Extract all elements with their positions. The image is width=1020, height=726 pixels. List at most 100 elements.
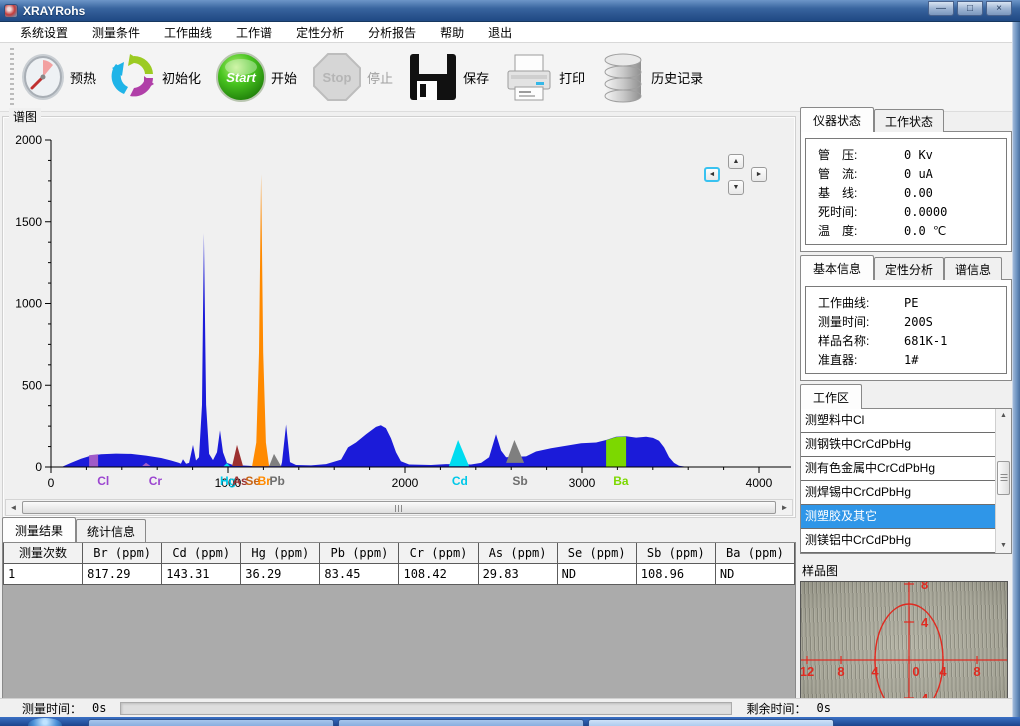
x-tick-label: 0 bbox=[48, 476, 55, 490]
element-label-Pb: Pb bbox=[270, 474, 285, 488]
menu-work-spectrum[interactable]: 工作谱 bbox=[224, 22, 284, 43]
history-button[interactable]: 历史记录 bbox=[599, 50, 703, 104]
column-header: 测量次数 bbox=[4, 543, 83, 563]
info-field-label: 准直器: bbox=[818, 351, 890, 368]
chart-pan-left-button[interactable]: ◄ bbox=[704, 167, 720, 182]
instrument-field-row: 死时间:0.0000 bbox=[808, 202, 1004, 221]
instrument-field-label: 基 线: bbox=[818, 184, 890, 201]
instrument-field-row: 温 度: 0.0 ℃ bbox=[808, 221, 1004, 240]
app-icon bbox=[4, 4, 18, 18]
print-label: 打印 bbox=[559, 68, 585, 87]
workspace-scroll-down-icon[interactable]: ▼ bbox=[997, 539, 1010, 553]
workspace-vscrollbar[interactable]: ▲ ▼ bbox=[995, 409, 1011, 553]
chart-hscroll-track[interactable] bbox=[21, 500, 777, 515]
chart-hscroll-thumb[interactable] bbox=[22, 501, 776, 514]
chart-hscrollbar[interactable]: ◄ ► bbox=[5, 499, 793, 516]
sample-h-tick-label: 0 bbox=[912, 664, 919, 679]
sample-h-tick-label: 4 bbox=[939, 664, 947, 679]
tab-statistics[interactable]: 统计信息 bbox=[76, 519, 146, 542]
chart-hscroll-left-icon[interactable]: ◄ bbox=[6, 500, 21, 515]
menu-help[interactable]: 帮助 bbox=[428, 22, 476, 43]
tab-work-status[interactable]: 工作状态 bbox=[874, 109, 944, 132]
menu-analysis-report[interactable]: 分析报告 bbox=[356, 22, 428, 43]
series-Br-peak bbox=[252, 174, 269, 466]
info-field-row: 测量时间: 200S bbox=[808, 312, 1004, 331]
measure-time-value: 0s bbox=[92, 701, 106, 715]
preheat-button[interactable]: 预热 bbox=[20, 52, 96, 102]
tab-workspace[interactable]: 工作区 bbox=[800, 384, 862, 409]
chart-hscroll-right-icon[interactable]: ► bbox=[777, 500, 792, 515]
info-field-value: 200S bbox=[904, 315, 933, 329]
table-cell: 817.29 bbox=[83, 563, 162, 584]
save-icon bbox=[407, 51, 459, 103]
workspace-scroll-up-icon[interactable]: ▲ bbox=[997, 409, 1010, 423]
workspace-item[interactable]: 测塑料中Cl bbox=[801, 409, 995, 433]
info-field-label: 工作曲线: bbox=[818, 294, 890, 311]
tab-basic-info[interactable]: 基本信息 bbox=[800, 255, 874, 280]
taskbar-window-button[interactable] bbox=[88, 719, 334, 726]
menu-exit[interactable]: 退出 bbox=[476, 22, 524, 43]
measure-progress-bar bbox=[120, 702, 732, 715]
results-tabs: 测量结果 统计信息 bbox=[2, 520, 146, 542]
close-button[interactable]: × bbox=[986, 1, 1012, 16]
tab-instrument-status[interactable]: 仪器状态 bbox=[800, 107, 874, 132]
y-tick-label: 1000 bbox=[15, 297, 42, 311]
save-button[interactable]: 保存 bbox=[407, 51, 489, 103]
taskbar bbox=[0, 717, 1020, 726]
menu-bar: 系统设置 测量条件 工作曲线 工作谱 定性分析 分析报告 帮助 退出 bbox=[0, 22, 1020, 43]
workspace-item[interactable]: 测钢铁中CrCdPbHg bbox=[801, 433, 995, 457]
workspace-item[interactable]: 测镁铝中CrCdPbHg bbox=[801, 529, 995, 553]
column-header: As (ppm) bbox=[478, 543, 557, 563]
maximize-button[interactable]: □ bbox=[957, 1, 983, 16]
stop-button[interactable]: Stop 停止 bbox=[311, 51, 393, 103]
results-table: 测量次数Br (ppm)Cd (ppm)Hg (ppm)Pb (ppm)Cr (… bbox=[3, 543, 795, 585]
tab-spectrum-info[interactable]: 谱信息 bbox=[944, 257, 1002, 280]
taskbar-window-button[interactable] bbox=[588, 719, 834, 726]
instrument-field-value: 0.0 ℃ bbox=[904, 224, 946, 238]
workspace-scroll-thumb[interactable] bbox=[997, 461, 1010, 495]
instrument-field-value: 0.00 bbox=[904, 186, 933, 200]
workspace-item[interactable]: 测有色金属中CrCdPbHg bbox=[801, 457, 995, 481]
menu-system-settings[interactable]: 系统设置 bbox=[8, 22, 80, 43]
start-button[interactable]: Start 开始 bbox=[215, 51, 297, 103]
info-field-label: 测量时间: bbox=[818, 313, 890, 330]
initialize-button[interactable]: 初始化 bbox=[110, 52, 201, 102]
taskbar-window-button[interactable] bbox=[338, 719, 584, 726]
chart-pan-up-button[interactable]: ▲ bbox=[728, 154, 744, 169]
table-cell: 108.42 bbox=[399, 563, 478, 584]
instrument-field-label: 温 度: bbox=[818, 222, 890, 239]
start-icon: Start bbox=[215, 51, 267, 103]
x-tick-label: 3000 bbox=[569, 476, 596, 490]
menu-work-curve[interactable]: 工作曲线 bbox=[152, 22, 224, 43]
tab-measure-results[interactable]: 测量结果 bbox=[2, 517, 76, 542]
table-cell: 36.29 bbox=[241, 563, 320, 584]
sample-h-tick-label: 4 bbox=[871, 664, 879, 679]
minimize-button[interactable]: — bbox=[928, 1, 954, 16]
table-row[interactable]: 1817.29143.3136.2983.45108.4229.83ND108.… bbox=[4, 563, 795, 584]
save-label: 保存 bbox=[463, 68, 489, 87]
table-cell: ND bbox=[715, 563, 794, 584]
stop-icon: Stop bbox=[311, 51, 363, 103]
stop-label: 停止 bbox=[367, 68, 393, 87]
chart-pan-right-button[interactable]: ► bbox=[751, 167, 767, 182]
preheat-label: 预热 bbox=[70, 68, 96, 87]
tab-qualitative[interactable]: 定性分析 bbox=[874, 257, 944, 280]
start-label: 开始 bbox=[271, 68, 297, 87]
menu-measure-conditions[interactable]: 测量条件 bbox=[80, 22, 152, 43]
instrument-field-row: 管 流:0 uA bbox=[808, 164, 1004, 183]
menu-qualitative-analysis[interactable]: 定性分析 bbox=[284, 22, 356, 43]
column-header: Cr (ppm) bbox=[399, 543, 478, 563]
workspace-item[interactable]: 测塑胶及其它 bbox=[801, 505, 995, 529]
workspace-item[interactable]: 测焊锡中CrCdPbHg bbox=[801, 481, 995, 505]
info-field-row: 准直器:1# bbox=[808, 350, 1004, 369]
column-header: Cd (ppm) bbox=[162, 543, 241, 563]
table-cell: 143.31 bbox=[162, 563, 241, 584]
start-orb[interactable] bbox=[28, 718, 62, 726]
print-button[interactable]: 打印 bbox=[503, 51, 585, 103]
chart-pan-down-button[interactable]: ▼ bbox=[728, 180, 744, 195]
toolbar: 预热 初始化 bbox=[0, 43, 1020, 112]
series-Pb-peak bbox=[269, 454, 281, 466]
instrument-status-box: 管 压:0 Kv管 流:0 uA基 线:0.00死时间:0.0000温 度:0.… bbox=[800, 131, 1012, 252]
table-cell: 29.83 bbox=[478, 563, 557, 584]
sample-h-tick-label: 8 bbox=[973, 664, 980, 679]
